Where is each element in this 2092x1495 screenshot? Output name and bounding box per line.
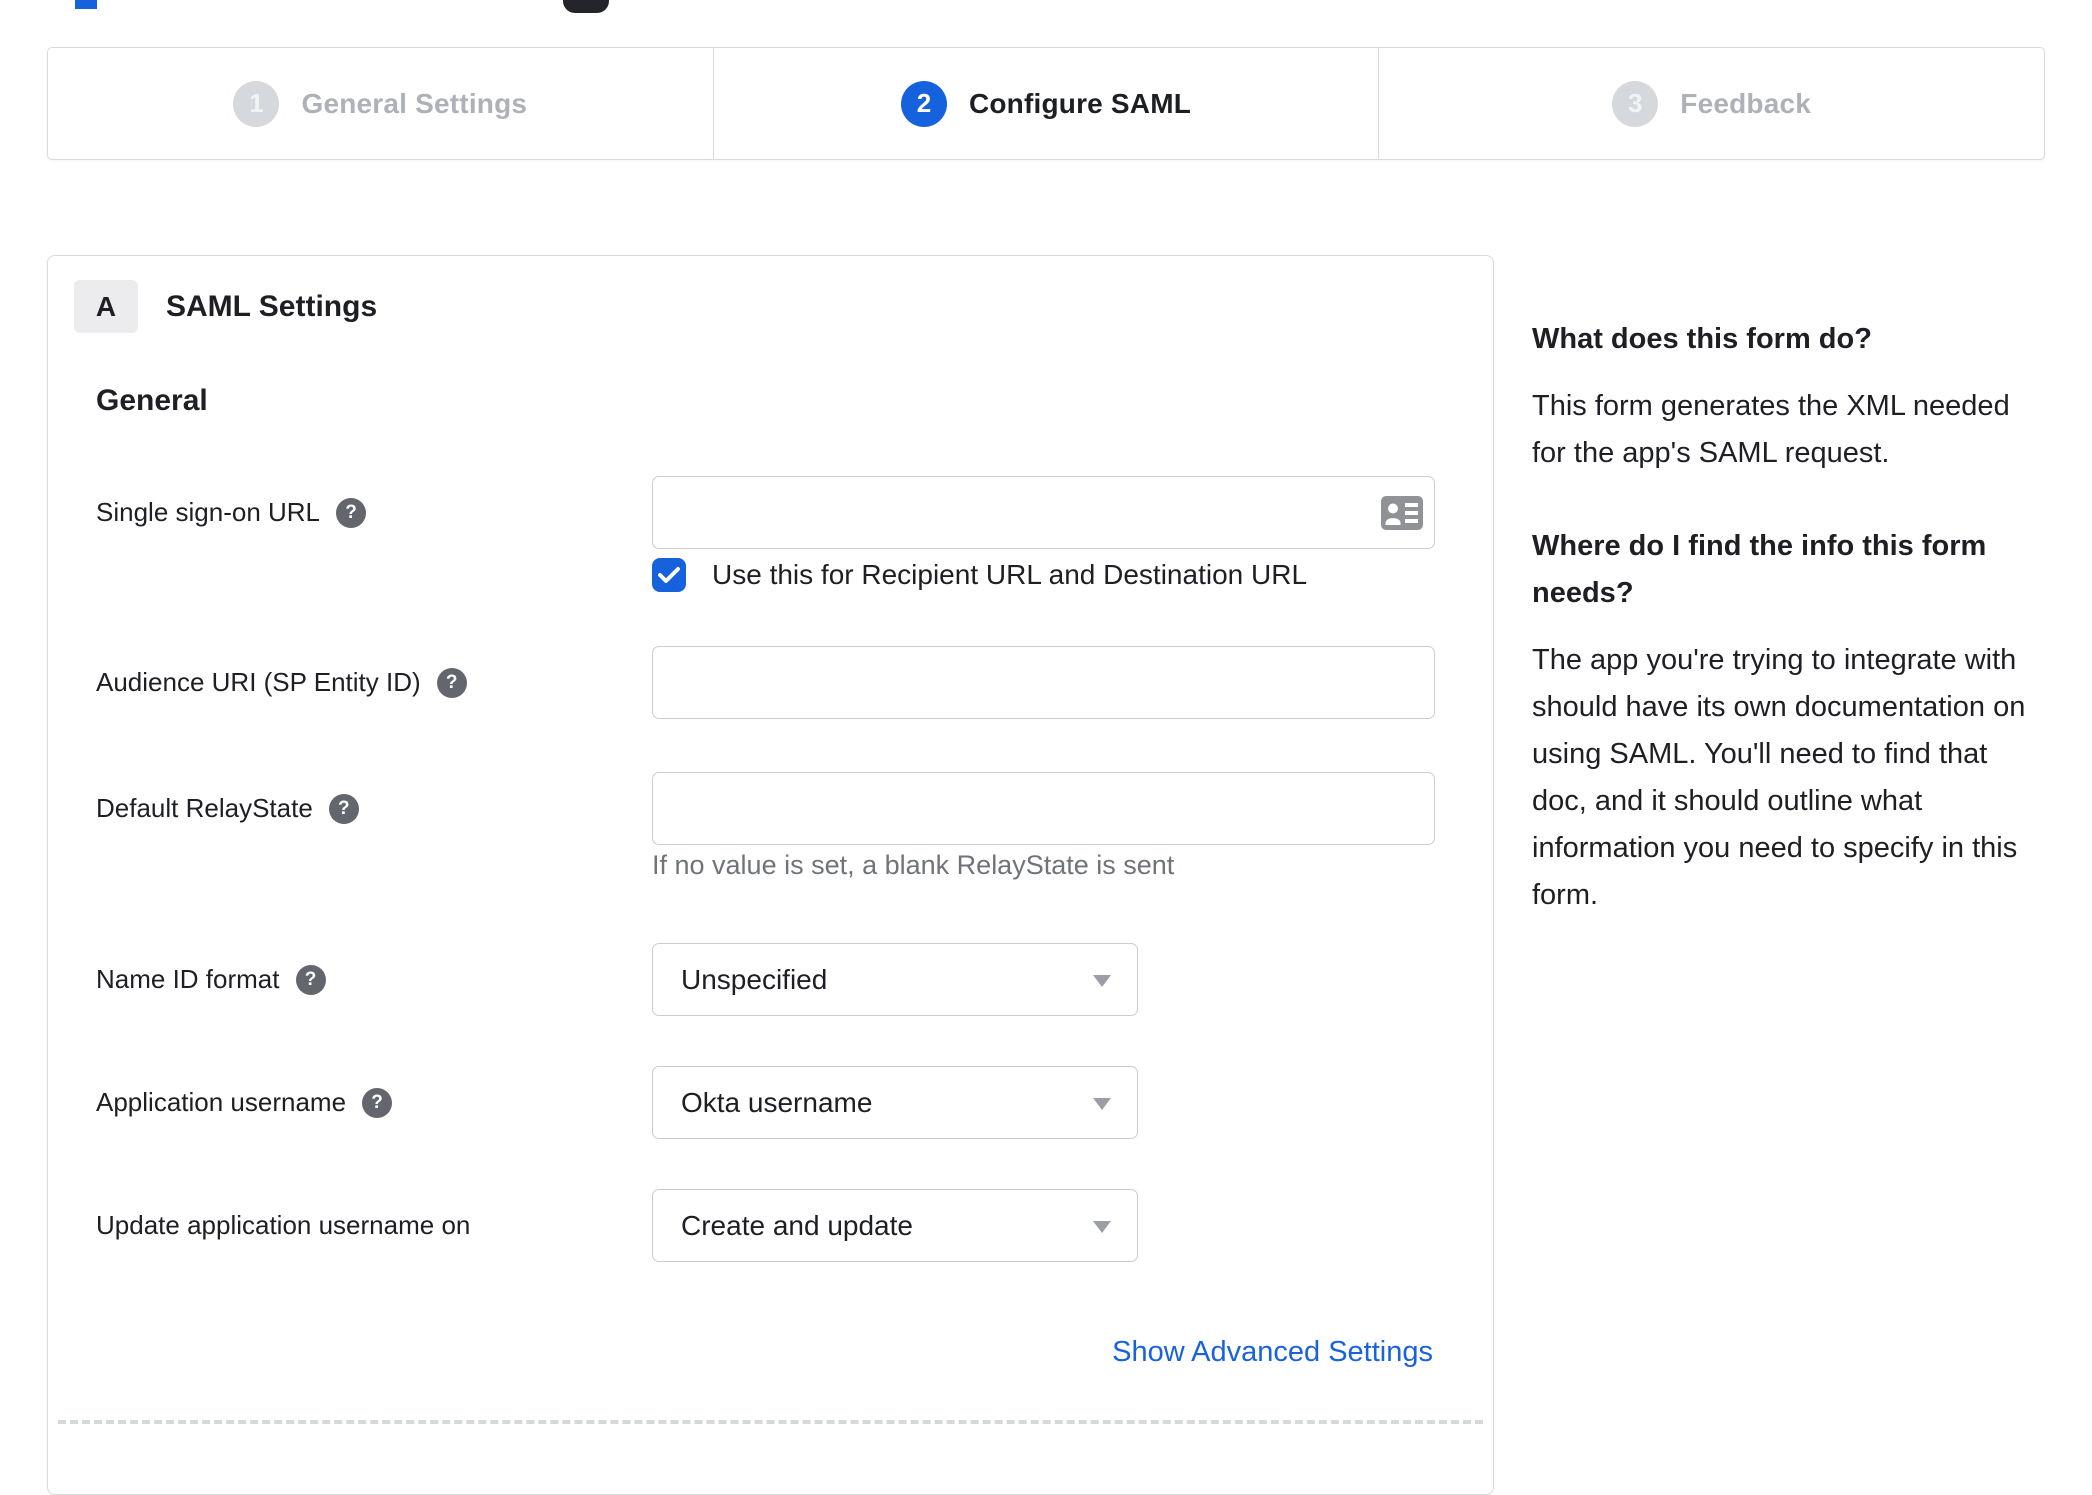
audience-uri-input[interactable] — [652, 646, 1435, 719]
recipient-url-checkbox[interactable] — [652, 558, 686, 592]
update-app-username-value: Create and update — [681, 1209, 913, 1241]
default-relaystate-help-icon[interactable]: ? — [328, 793, 359, 824]
name-id-format-select[interactable]: Unspecified — [652, 943, 1138, 1016]
audience-uri-help-icon[interactable]: ? — [436, 667, 467, 698]
sidebar-heading-what: What does this form do? — [1532, 323, 1872, 355]
step-general-settings[interactable]: 1 General Settings — [48, 48, 713, 159]
cropped-title-fragment — [75, 0, 97, 9]
update-app-username-label: Update application username on — [96, 1210, 471, 1240]
caret-down-icon — [1093, 1098, 1111, 1110]
application-username-help-icon[interactable]: ? — [362, 1087, 393, 1118]
sso-url-help-icon[interactable]: ? — [336, 497, 367, 528]
recipient-url-checkbox-label: Use this for Recipient URL and Destinati… — [712, 559, 1308, 590]
section-a-badge: A — [74, 280, 138, 333]
step-feedback[interactable]: 3 Feedback — [1378, 48, 2044, 159]
step-2-label: Configure SAML — [968, 87, 1192, 119]
audience-uri-label: Audience URI (SP Entity ID) ? — [96, 646, 467, 719]
step-3-label: Feedback — [1680, 87, 1812, 119]
update-app-username-select[interactable]: Create and update — [652, 1189, 1138, 1262]
step-2-circle: 2 — [900, 80, 947, 127]
application-username-select[interactable]: Okta username — [652, 1066, 1138, 1139]
wizard-stepper: 1 General Settings 2 Configure SAML 3 Fe… — [47, 47, 2045, 160]
name-id-format-help-icon[interactable]: ? — [295, 964, 326, 995]
sidebar-body-where: The app you're trying to integrate with … — [1532, 644, 2026, 911]
general-section-heading: General — [96, 384, 208, 417]
step-configure-saml[interactable]: 2 Configure SAML — [712, 48, 1379, 159]
recipient-url-checkbox-row: Use this for Recipient URL and Destinati… — [652, 558, 1307, 592]
step-1-circle: 1 — [233, 80, 280, 127]
default-relaystate-label: Default RelayState ? — [96, 772, 359, 845]
panel-header: A SAML Settings — [74, 280, 377, 333]
application-username-label: Application username ? — [96, 1066, 393, 1139]
panel-title: SAML Settings — [166, 289, 378, 323]
name-id-format-label: Name ID format ? — [96, 943, 326, 1016]
relaystate-helper-text: If no value is set, a blank RelayState i… — [652, 850, 1175, 880]
sso-url-label: Single sign-on URL ? — [96, 476, 367, 549]
step-3-circle: 3 — [1612, 80, 1659, 127]
step-1-label: General Settings — [301, 87, 528, 119]
sso-url-input[interactable] — [652, 476, 1435, 549]
sidebar-heading-where: Where do I find the info this form needs… — [1532, 530, 1987, 609]
help-sidebar: What does this form do? This form genera… — [1532, 316, 2048, 965]
caret-down-icon — [1093, 975, 1111, 987]
caret-down-icon — [1093, 1221, 1111, 1233]
application-username-value: Okta username — [681, 1086, 873, 1118]
cropped-logo-fragment — [563, 0, 609, 13]
name-id-format-value: Unspecified — [681, 963, 828, 995]
section-divider — [58, 1420, 1483, 1424]
sidebar-body-what: This form generates the XML needed for t… — [1532, 390, 2010, 469]
show-advanced-settings-link[interactable]: Show Advanced Settings — [1112, 1336, 1433, 1369]
default-relaystate-input[interactable] — [652, 772, 1435, 845]
saml-settings-panel: A SAML Settings General Single sign-on U… — [47, 255, 1494, 1495]
checkmark-icon — [658, 567, 680, 583]
